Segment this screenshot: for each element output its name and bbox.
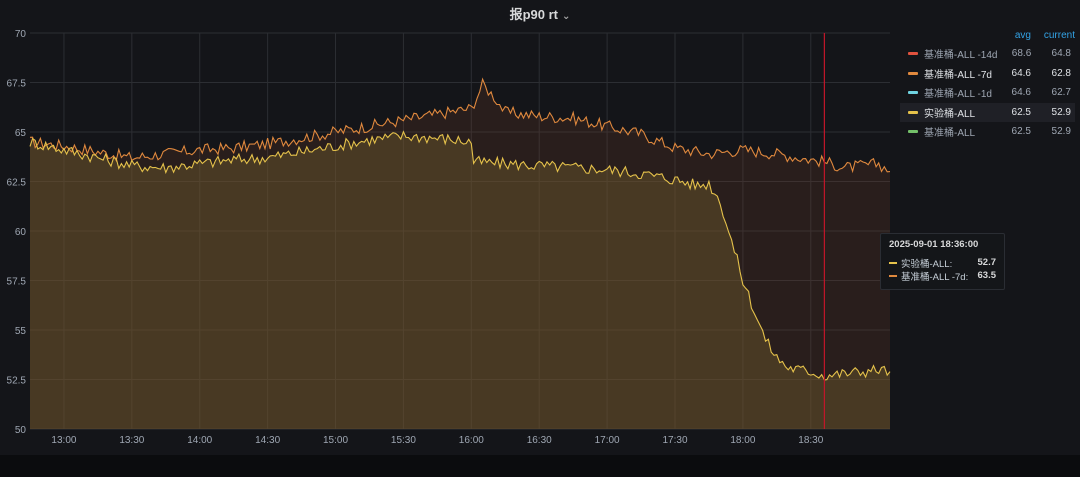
- x-tick-label: 17:30: [662, 435, 687, 446]
- x-tick-label: 13:00: [51, 435, 76, 446]
- tooltip-row: 实验桶-ALL: 52.7: [889, 256, 997, 270]
- legend: avg current 基准桶-ALL -14d 68.6 64.8 基准桶-ALL …: [900, 30, 1075, 142]
- legend-avg-header[interactable]: avg: [997, 30, 1031, 44]
- tooltip-series-name: 基准桶-ALL -7d:: [901, 271, 969, 283]
- tooltip-value: 63.5: [977, 270, 997, 281]
- x-tick-label: 14:30: [255, 435, 280, 446]
- tooltip-swatch: [889, 261, 897, 264]
- legend-swatch: [908, 110, 918, 114]
- legend-item-name: 基准桶-ALL: [924, 128, 976, 140]
- legend-item-avg: 68.6: [1011, 48, 1032, 60]
- legend-item[interactable]: 基准桶-ALL -14d 68.6 64.8: [900, 44, 1075, 64]
- legend-swatch: [908, 71, 918, 75]
- legend-item-current: 52.9: [1051, 106, 1071, 118]
- x-tick-label: 14:00: [187, 435, 212, 446]
- legend-swatch: [908, 130, 918, 134]
- x-tick-label: 16:30: [527, 435, 552, 446]
- legend-item-name: 实验桶-ALL: [924, 108, 976, 120]
- legend-item-avg: 62.5: [1011, 106, 1031, 118]
- legend-current-header[interactable]: current: [1031, 30, 1075, 44]
- x-tick-label: 15:30: [391, 435, 416, 446]
- y-tick-label: 60: [15, 227, 27, 238]
- y-tick-label: 55: [15, 326, 27, 337]
- legend-item[interactable]: 基准桶-ALL -7d 64.6 62.8: [900, 64, 1075, 84]
- legend-item-name: 基准桶-ALL -1d: [924, 89, 992, 101]
- tooltip: 2025-09-01 18:36:00 实验桶-ALL: 52.7 基准桶-ALL …: [880, 233, 1005, 290]
- legend-item[interactable]: 实验桶-ALL 62.5 52.9: [900, 102, 1075, 122]
- tooltip-series-name: 实验桶-ALL:: [901, 258, 953, 270]
- legend-swatch: [908, 52, 918, 56]
- x-tick-label: 18:30: [798, 435, 823, 446]
- legend-item-avg: 64.6: [1011, 67, 1031, 79]
- x-tick-label: 18:00: [730, 435, 755, 446]
- x-tick-label: 13:30: [119, 435, 144, 446]
- legend-header: avg current: [900, 30, 1075, 44]
- x-tick-label: 17:00: [595, 435, 620, 446]
- x-axis: 13:00 13:30 14:00 14:30 15:00 15:30 16:00 16:30…: [51, 435, 823, 446]
- tooltip-value: 52.7: [977, 257, 997, 268]
- bottom-bar: [0, 455, 1080, 477]
- legend-item-avg: 64.6: [1011, 87, 1031, 99]
- legend-item-avg: 62.5: [1011, 126, 1031, 138]
- tooltip-time: 2025-09-01 18:36:00: [889, 239, 979, 250]
- y-axis: 50 52.5 55 57.5 60 62.5 65 67.5 70: [7, 29, 27, 436]
- y-tick-label: 50: [15, 425, 27, 436]
- y-tick-label: 62.5: [7, 178, 27, 189]
- legend-item-current: 62.7: [1051, 87, 1071, 99]
- legend-item[interactable]: 基准桶-ALL -1d 64.6 62.7: [900, 83, 1075, 103]
- y-tick-label: 57.5: [7, 277, 27, 288]
- y-tick-label: 52.5: [7, 376, 27, 387]
- legend-swatch: [908, 91, 918, 95]
- legend-item-current: 62.8: [1051, 67, 1071, 79]
- chevron-down-icon[interactable]: ⌄: [562, 11, 570, 22]
- tooltip-row: 基准桶-ALL -7d: 63.5: [889, 269, 997, 283]
- x-tick-label: 15:00: [323, 435, 348, 446]
- legend-item[interactable]: 基准桶-ALL 62.5 52.9: [900, 122, 1075, 142]
- x-tick-label: 16:00: [459, 435, 484, 446]
- panel-title[interactable]: 报p90 rt ⌄: [0, 4, 1080, 23]
- legend-item-current: 64.8: [1051, 48, 1071, 60]
- legend-item-name: 基准桶-ALL -7d: [924, 69, 992, 81]
- legend-item-name: 基准桶-ALL -14d: [923, 50, 998, 62]
- legend-item-current: 52.9: [1051, 126, 1071, 138]
- y-tick-label: 70: [15, 29, 27, 40]
- panel-title-text: 报p90 rt: [509, 7, 558, 22]
- y-tick-label: 65: [15, 128, 27, 139]
- tooltip-swatch: [889, 274, 897, 277]
- y-tick-label: 67.5: [7, 79, 27, 90]
